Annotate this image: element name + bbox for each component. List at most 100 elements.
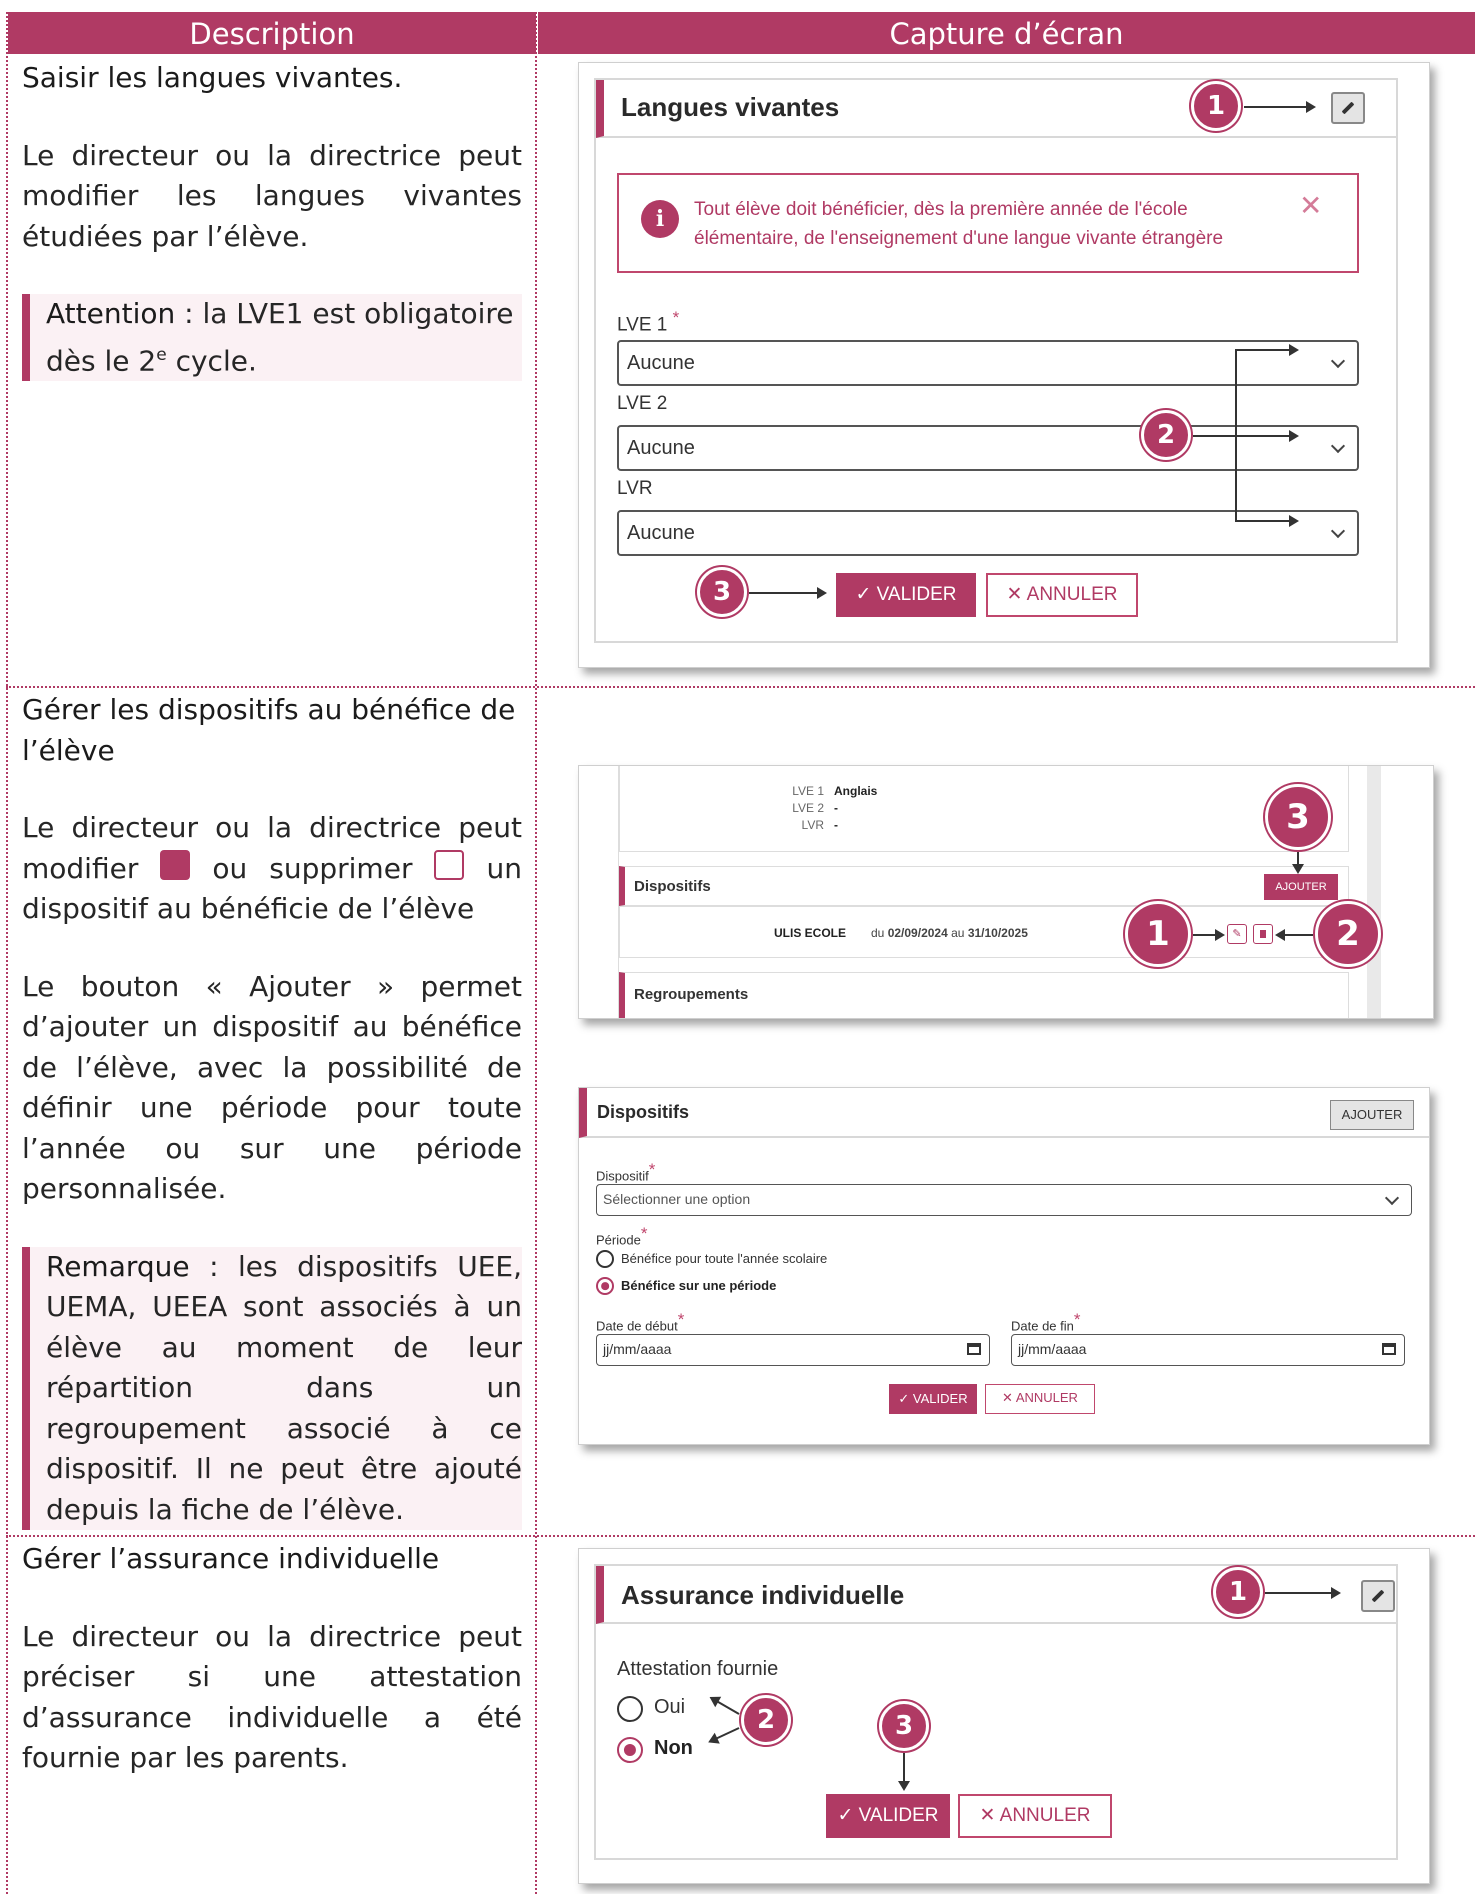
radio-annee-scolaire[interactable] xyxy=(596,1250,614,1268)
callout-arrow-3 xyxy=(898,1753,910,1791)
row2-title: Gérer les dispositifs au bénéfice de l’é… xyxy=(22,693,516,767)
date-fin-label: Date de fin* xyxy=(1011,1310,1081,1334)
row1-attention-note: Attention : la LVE1 est obligatoire dès … xyxy=(22,294,522,382)
dispositif-name: ULIS ECOLE xyxy=(774,926,847,940)
callout-badge-3: 3 xyxy=(1265,784,1331,850)
row3-description: Gérer l’assurance individuelle Le direct… xyxy=(22,1539,522,1779)
assurance-card: Assurance individuelle Attestation fourn… xyxy=(594,1564,1398,1860)
remarque-keyword: Remarque xyxy=(46,1249,190,1283)
calendar-icon xyxy=(967,1343,981,1355)
chevron-down-icon xyxy=(1330,438,1346,454)
validate-button[interactable]: ✓ VALIDER xyxy=(836,573,976,617)
grid-line-middle xyxy=(535,12,537,1894)
dispositif-select[interactable]: Sélectionner une option xyxy=(596,1184,1412,1216)
row3-text: Le directeur ou la directrice peut préci… xyxy=(22,1619,522,1775)
date-debut-label: Date de début* xyxy=(596,1310,685,1334)
chevron-down-icon xyxy=(1330,523,1346,539)
attention-keyword: Attention xyxy=(46,297,176,330)
cancel-button[interactable]: ✕ ANNULER xyxy=(958,1794,1112,1838)
attention-text-b: cycle. xyxy=(166,343,257,377)
side-panel-edge xyxy=(579,766,619,1018)
callout-badge-3: 3 xyxy=(697,567,747,617)
callout-arrow-3 xyxy=(749,587,827,599)
langues-card-title: Langues vivantes xyxy=(621,92,840,122)
callout-badge-2: 2 xyxy=(1315,901,1381,967)
screenshot-langues-vivantes: Langues vivantes i Tout élève doit bénéf… xyxy=(578,62,1430,668)
lve1-select[interactable]: Aucune xyxy=(617,340,1359,386)
lv-labels: LVE 1 LVE 2 LVR xyxy=(792,784,824,832)
attention-sup: e xyxy=(156,344,167,365)
lv-summary-box xyxy=(619,766,1349,852)
alert-close-icon[interactable]: ✕ xyxy=(1299,189,1322,222)
screenshot-ajout-dispositif: Dispositifs AJOUTER Dispositif* Sélectio… xyxy=(578,1087,1430,1445)
radio-oui-label: Oui xyxy=(654,1696,686,1718)
callout-arrow-2 xyxy=(1275,929,1313,941)
header-capture: Capture d’écran xyxy=(538,12,1475,54)
row-separator-2 xyxy=(6,1535,1475,1537)
cancel-button[interactable]: ✕ ANNULER xyxy=(986,573,1138,617)
chevron-down-icon xyxy=(1330,353,1346,369)
validate-button[interactable]: ✓ VALIDER xyxy=(826,1794,950,1838)
row2-remarque-note: Remarque : les dispositifs UEE, UEMA, UE… xyxy=(22,1246,522,1530)
dispositifs-card-title: Dispositifs xyxy=(597,1102,690,1122)
callout-arrow-2b xyxy=(1193,430,1299,442)
date-debut-input[interactable]: jj/mm/aaaa xyxy=(596,1334,990,1366)
regroupements-section-title: Regroupements xyxy=(634,986,749,1003)
radio-annee-scolaire-label: Bénéfice pour toute l'année scolaire xyxy=(621,1251,828,1266)
row2-text-2: Le bouton « Ajouter » permet d’ajouter u… xyxy=(22,969,522,1206)
callout-badge-2: 2 xyxy=(741,1695,791,1745)
add-button[interactable]: AJOUTER xyxy=(1330,1100,1414,1130)
lve2-label: LVE 2 xyxy=(617,393,668,414)
screenshot-fiche-eleve: LVE 1 LVE 2 LVR Anglais - - Dispositifs … xyxy=(578,765,1434,1019)
callout-arrow-2c xyxy=(1235,515,1299,527)
cancel-button[interactable]: ✕ ANNULER xyxy=(985,1384,1095,1414)
lvr-select[interactable]: Aucune xyxy=(617,510,1359,556)
callout-arrow-2a xyxy=(1235,344,1299,356)
radio-oui[interactable] xyxy=(617,1696,643,1722)
row1-description: Saisir les langues vivantes. Le directeu… xyxy=(22,58,522,382)
row-separator-1 xyxy=(6,686,1475,688)
row1-title: Saisir les langues vivantes. xyxy=(22,61,403,94)
row2-description: Gérer les dispositifs au bénéfice de l’é… xyxy=(22,690,522,1530)
dispositifs-section-title: Dispositifs xyxy=(634,878,711,895)
radio-non[interactable] xyxy=(617,1737,643,1763)
remarque-text: : les dispositifs UEE, UEMA, UEEA sont a… xyxy=(46,1249,522,1526)
dispositifs-card-header xyxy=(579,1088,1429,1138)
row2-text-1: Le directeur ou la directrice peut modif… xyxy=(22,811,522,925)
lvr-label: LVR xyxy=(617,478,653,499)
dispositif-label: Dispositif* xyxy=(596,1160,656,1184)
edit-pencil-button[interactable] xyxy=(1331,92,1365,124)
scrollbar[interactable] xyxy=(1367,766,1381,1018)
callout-arrow-1 xyxy=(1244,101,1316,113)
delete-dispositif-icon[interactable] xyxy=(1253,924,1273,944)
chevron-down-icon xyxy=(1384,1190,1400,1206)
callout-arrow-1 xyxy=(1265,1587,1341,1599)
lve1-label: LVE 1 * xyxy=(617,308,680,336)
radio-non-label: Non xyxy=(654,1737,693,1759)
header-description: Description xyxy=(8,12,536,54)
calendar-icon xyxy=(1382,1343,1396,1355)
radio-periode-label: Bénéfice sur une période xyxy=(621,1278,777,1293)
alert-text: Tout élève doit bénéficier, dès la premi… xyxy=(694,199,1224,249)
edit-dispositif-icon[interactable]: ✎ xyxy=(1227,924,1247,944)
callout-arrow-3 xyxy=(1292,852,1304,874)
callout-badge-1: 1 xyxy=(1125,901,1191,967)
row3-title: Gérer l’assurance individuelle xyxy=(22,1542,440,1575)
callout-badge-2: 2 xyxy=(1141,410,1191,460)
lve2-select[interactable]: Aucune xyxy=(617,425,1359,471)
grid-line-left xyxy=(6,12,8,1894)
edit-pencil-button[interactable] xyxy=(1361,1580,1395,1612)
validate-button[interactable]: ✓ VALIDER xyxy=(889,1384,977,1414)
screenshot-assurance: Assurance individuelle Attestation fourn… xyxy=(578,1548,1430,1884)
delete-icon xyxy=(434,849,465,880)
date-fin-input[interactable]: jj/mm/aaaa xyxy=(1011,1334,1405,1366)
periode-label: Période* xyxy=(596,1224,648,1248)
radio-periode[interactable] xyxy=(596,1277,614,1295)
callout-badge-3: 3 xyxy=(879,1701,929,1751)
callout-badge-1: 1 xyxy=(1191,81,1241,131)
attestation-label: Attestation fournie xyxy=(617,1658,779,1680)
add-dispositif-button[interactable]: AJOUTER xyxy=(1264,874,1338,900)
assurance-card-title: Assurance individuelle xyxy=(621,1580,905,1610)
langues-card: Langues vivantes i Tout élève doit bénéf… xyxy=(594,78,1398,643)
edit-icon xyxy=(160,849,191,880)
